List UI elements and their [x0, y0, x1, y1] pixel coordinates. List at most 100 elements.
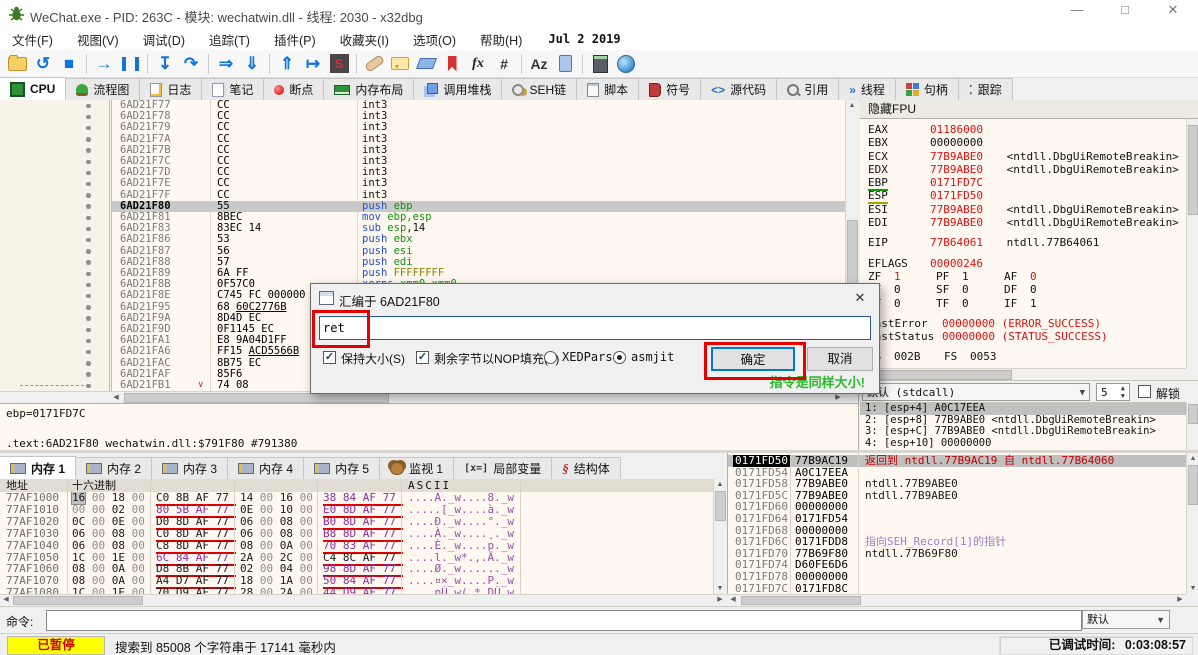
case-button[interactable]: Az [526, 52, 552, 76]
dump-row[interactable]: 77AF10801C 00 1E 00 70 D9 AF 77 28 00 2A… [0, 587, 713, 594]
execute-till-return-button[interactable]: ⇓ [239, 52, 265, 76]
register-row[interactable]: EBX00000000 [860, 136, 1186, 149]
dump-row[interactable]: 77AF104006 00 08 00 C8 8D AF 77 08 00 0A… [0, 540, 713, 552]
tab-source[interactable]: <>源代码 [700, 78, 777, 100]
menu-item-7[interactable]: 帮助(H) [468, 28, 534, 51]
register-row[interactable]: EFLAGS00000246 [860, 257, 1186, 270]
register-row[interactable]: LastStatus00000000 (STATUS_SUCCESS) [860, 330, 1186, 343]
label-button[interactable] [413, 52, 439, 76]
menu-item-6[interactable]: 选项(O) [401, 28, 468, 51]
run-until-button[interactable]: ⇒ [213, 52, 239, 76]
step-over-button[interactable]: ↷ [178, 52, 204, 76]
disasm-row[interactable]: 6AD21F8653push ebx [0, 234, 845, 245]
step-into-button[interactable]: ↧ [152, 52, 178, 76]
argument-row[interactable]: 4: [esp+10] 00000000 [860, 438, 1186, 450]
disasm-row[interactable]: 6AD21F7ECCint3 [0, 178, 845, 189]
arg-count-stepper[interactable]: 5 ▲▼ [1096, 383, 1130, 401]
command-type-select[interactable]: 默认 ▼ [1082, 610, 1170, 629]
cancel-button[interactable]: 取消 [807, 347, 873, 371]
menu-item-0[interactable]: 文件(F) [0, 28, 65, 51]
run-button[interactable]: → [91, 52, 117, 76]
tab-dump-3[interactable]: 内存 3 [151, 457, 228, 479]
dump-vscrollbar[interactable]: ▲▼ [713, 479, 727, 594]
step-out-button[interactable]: ⇑ [274, 52, 300, 76]
register-row[interactable]: ZF1PF1AF0 [860, 270, 1186, 283]
tab-breakpoints[interactable]: 断点 [263, 78, 324, 100]
arguments-panel[interactable]: 1: [esp+4] A0C17EEA2: [esp+8] 77B9ABE0 <… [860, 402, 1186, 451]
modules-button[interactable] [552, 52, 578, 76]
tab-memory-map[interactable]: 内存布局 [323, 78, 414, 100]
stack-panel[interactable]: 0171FD5077B9AC19返回到 ntdll.77B9AC19 自 ntd… [727, 453, 1198, 594]
hide-fpu-button[interactable]: 隐藏FPU [860, 100, 1198, 119]
register-row[interactable]: ESI77B9ABE0 <ntdll.DbgUiRemoteBreakin> [860, 203, 1186, 216]
xedparse-radio[interactable] [544, 351, 557, 364]
argument-row[interactable]: 1: [esp+4] A0C17EEA [860, 403, 1186, 415]
dump-row[interactable]: 77AF101000 00 02 00 80 5B AF 77 0E 00 10… [0, 504, 713, 516]
tab-dump-4[interactable]: 内存 4 [227, 457, 304, 479]
stack-row[interactable]: 0171FD7C0171FD8C [728, 583, 1187, 594]
tab-locals[interactable]: [x=]局部变量 [453, 457, 552, 479]
disasm-row[interactable]: 6AD21F79CCint3 [0, 122, 845, 133]
hash-button[interactable]: # [491, 52, 517, 76]
stack-row[interactable]: 0171FD5077B9AC19返回到 ntdll.77B9AC19 自 ntd… [728, 455, 1187, 467]
registers-vscrollbar[interactable] [1186, 119, 1198, 368]
keep-size-checkbox[interactable]: ✓ [323, 351, 336, 364]
calling-convention-select[interactable]: 默认 (stdcall) ▼ [862, 383, 1090, 401]
function-button[interactable]: fx [465, 52, 491, 76]
argument-row[interactable]: 3: [esp+C] 77B9ABE0 <ntdll.DbgUiRemoteBr… [860, 426, 1186, 438]
tab-notes[interactable]: 笔记 [201, 78, 264, 100]
bookmark-button[interactable] [439, 52, 465, 76]
close-button[interactable]: ✕ [1156, 0, 1190, 20]
assemble-input[interactable] [319, 316, 871, 340]
calculator-button[interactable] [587, 52, 613, 76]
stack-vscrollbar[interactable]: ▲▼ [1186, 453, 1198, 594]
register-row[interactable]: EAX01186000 [860, 123, 1186, 136]
register-row[interactable]: EBP0171FD7C [860, 176, 1186, 189]
pause-button[interactable] [117, 52, 143, 76]
close-icon[interactable]: ✕ [851, 289, 869, 307]
comment-button[interactable] [387, 52, 413, 76]
restart-button[interactable]: ↺ [30, 52, 56, 76]
args-vscrollbar[interactable] [1186, 402, 1198, 450]
register-row[interactable]: EDX77B9ABE0 <ntdll.DbgUiRemoteBreakin> [860, 163, 1186, 176]
tab-threads[interactable]: »线程 [838, 78, 896, 100]
tab-references[interactable]: 引用 [776, 78, 839, 100]
command-input[interactable] [46, 610, 1082, 631]
register-row[interactable]: ESP0171FD50 [860, 189, 1186, 202]
minimize-button[interactable]: — [1060, 0, 1094, 20]
register-row[interactable]: LastError00000000 (ERROR_SUCCESS) [860, 317, 1186, 330]
tab-graph[interactable]: 流程图 [65, 78, 140, 100]
tab-handles[interactable]: 句柄 [895, 78, 959, 100]
register-row[interactable]: ECX77B9ABE0 <ntdll.DbgUiRemoteBreakin> [860, 150, 1186, 163]
dump-hscrollbar[interactable]: ◀▶ [0, 594, 726, 606]
tab-dump-1[interactable]: 内存 1 [0, 456, 76, 479]
dump-row[interactable]: 77AF103006 00 08 00 C0 8D AF 77 06 00 08… [0, 528, 713, 540]
unlock-checkbox[interactable] [1138, 385, 1151, 398]
tab-dump-2[interactable]: 内存 2 [75, 457, 152, 479]
tab-seh[interactable]: SEH链 [501, 78, 577, 100]
memory-dump-panel[interactable]: 77AF100016 00 18 00 C0 8B AF 77 14 00 16… [0, 492, 713, 594]
register-row[interactable]: CF0TF0IF1 [860, 297, 1186, 310]
stack-hscrollbar[interactable]: ◀▶ [727, 594, 1186, 606]
tab-call-stack[interactable]: 调用堆栈 [413, 78, 502, 100]
register-row[interactable]: OF0SF0DF0 [860, 283, 1186, 296]
asmjit-radio[interactable] [613, 351, 626, 364]
run-to-user-code-button[interactable]: ↦ [300, 52, 326, 76]
internet-button[interactable] [613, 52, 639, 76]
register-row[interactable]: EIP77B64061 ntdll.77B64061 [860, 236, 1186, 249]
tab-script[interactable]: 脚本 [576, 78, 639, 100]
tab-log[interactable]: 日志 [139, 78, 202, 100]
stop-button[interactable]: ■ [56, 52, 82, 76]
maximize-button[interactable]: □ [1108, 0, 1142, 20]
tab-struct[interactable]: §结构体 [551, 457, 621, 479]
register-row[interactable]: EDI77B9ABE0 <ntdll.DbgUiRemoteBreakin> [860, 216, 1186, 229]
menu-item-3[interactable]: 追踪(T) [197, 28, 262, 51]
patch-button[interactable] [361, 52, 387, 76]
tab-dump-5[interactable]: 内存 5 [303, 457, 380, 479]
tab-symbols[interactable]: 符号 [638, 78, 701, 100]
tab-cpu[interactable]: CPU [0, 77, 66, 100]
open-file-button[interactable] [4, 52, 30, 76]
menu-item-2[interactable]: 调试(D) [131, 28, 197, 51]
stack-row[interactable]: 0171FD640171FD54 [728, 513, 1187, 525]
tab-watch-1[interactable]: 监视 1 [379, 457, 454, 479]
